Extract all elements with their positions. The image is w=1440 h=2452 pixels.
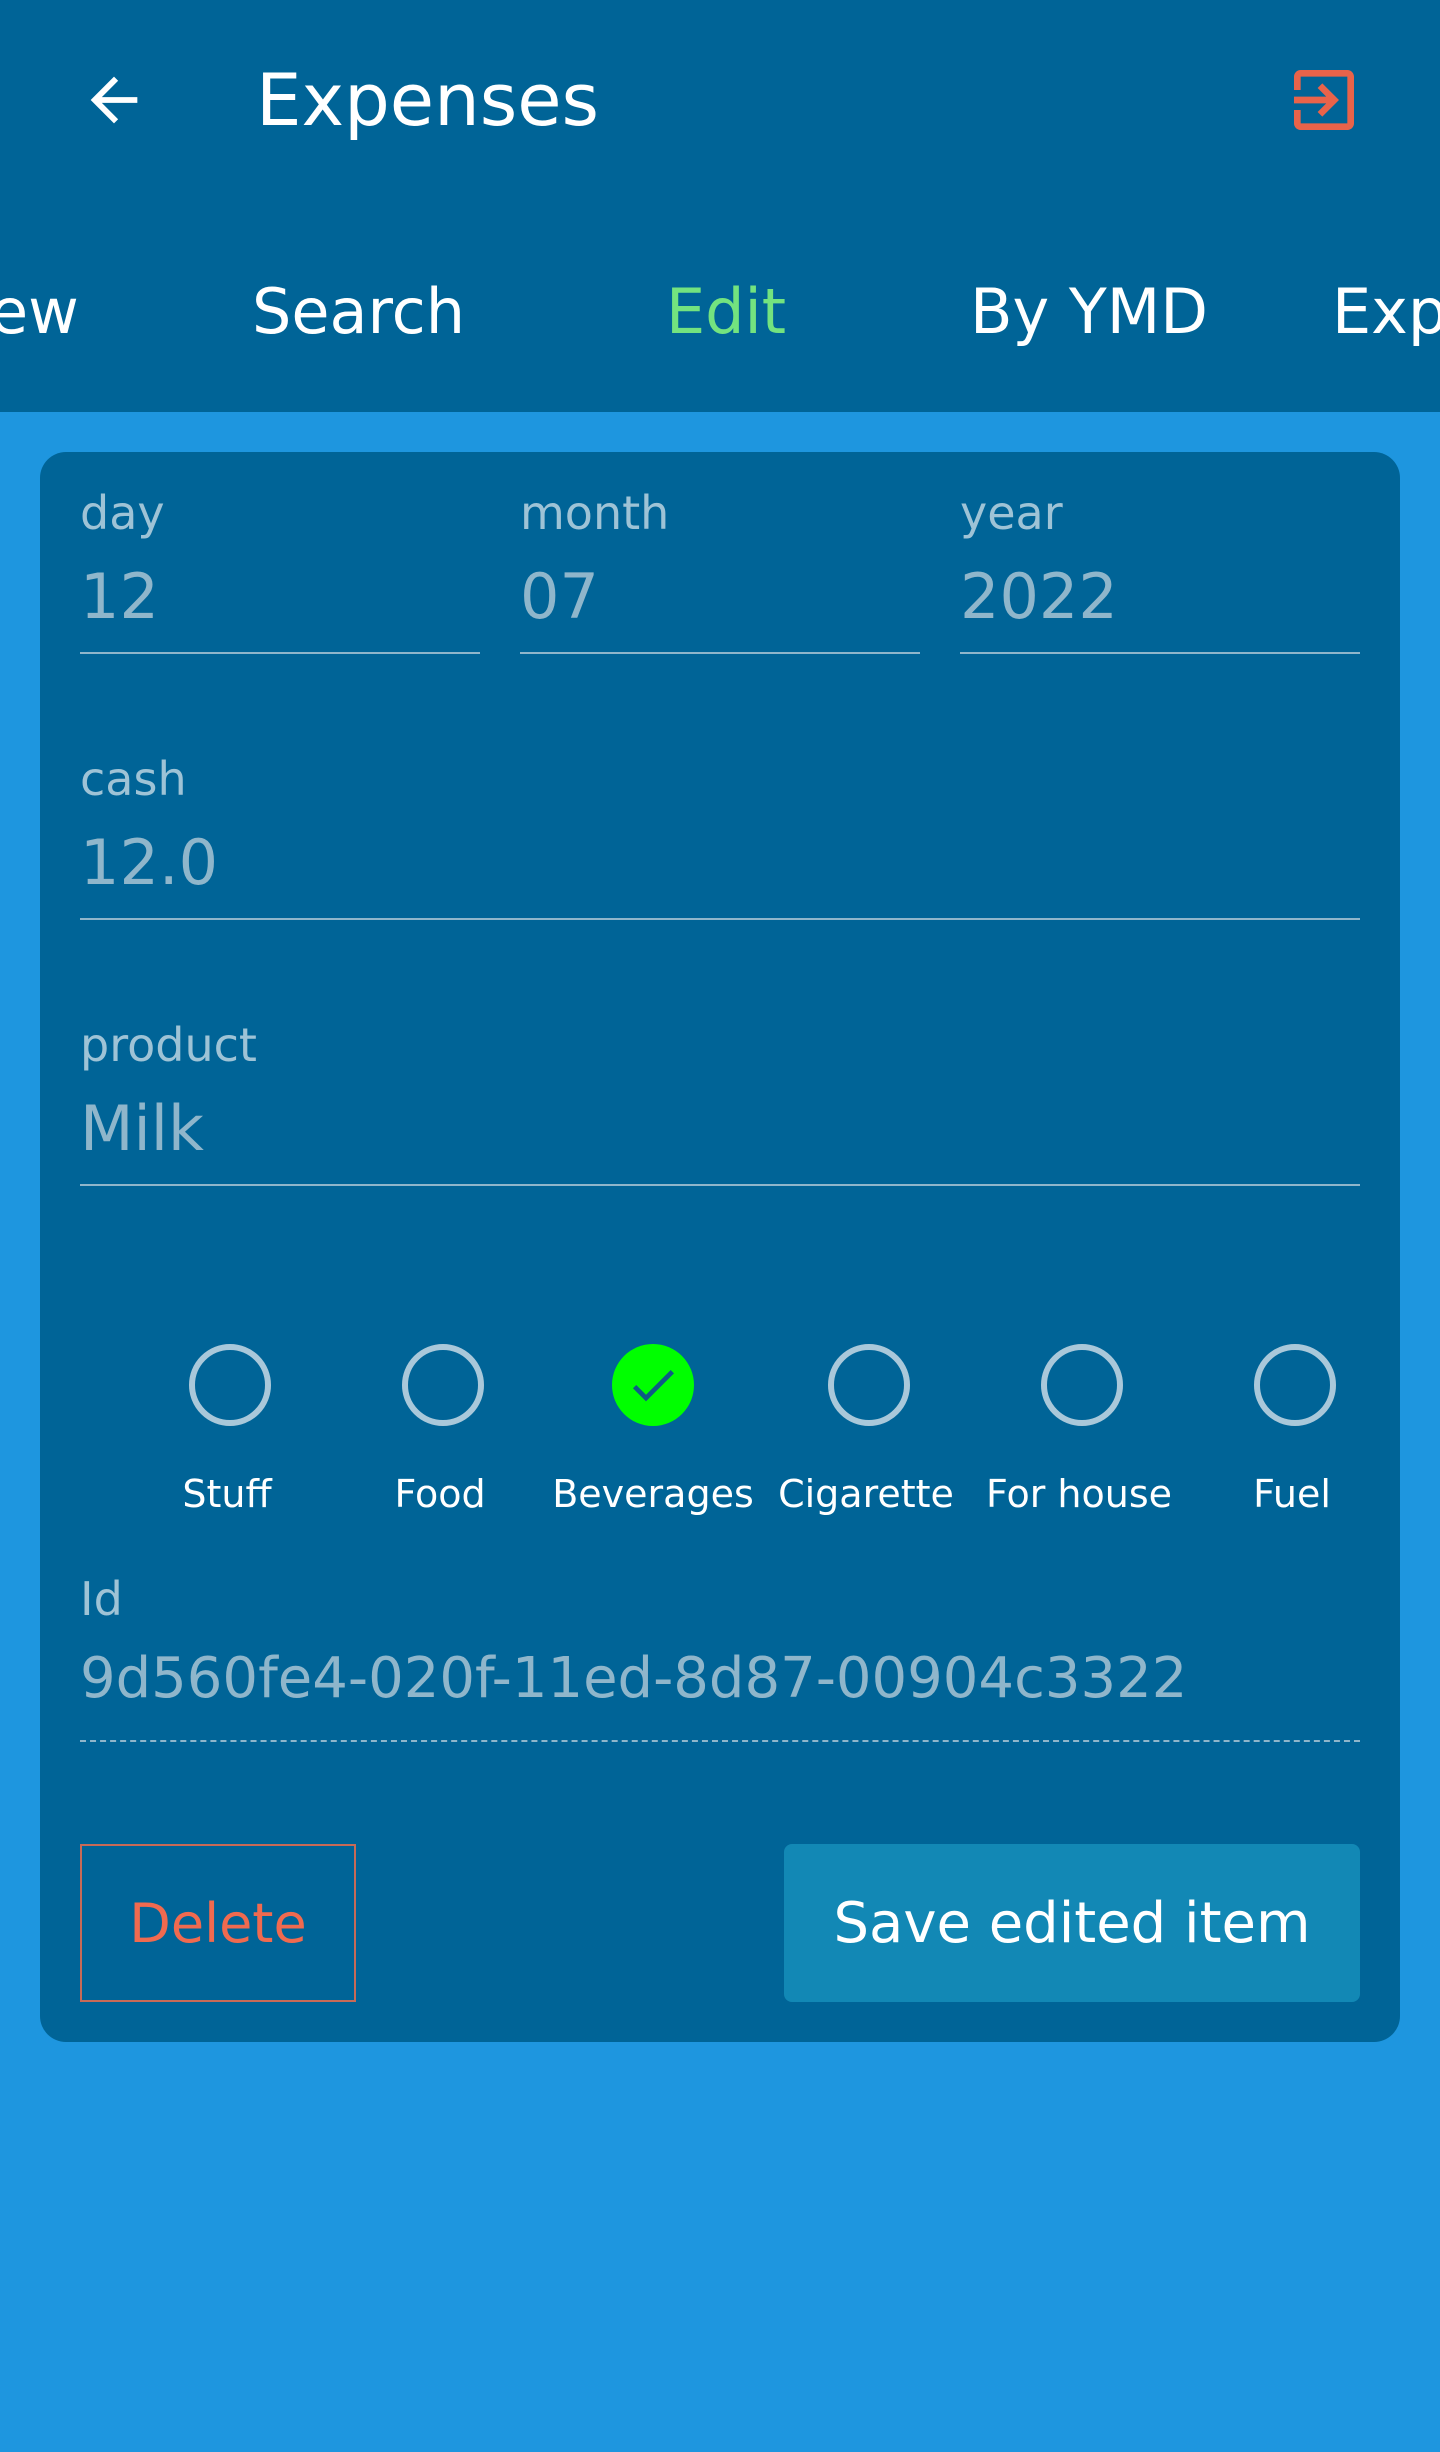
day-label: day [80,486,165,540]
year-field[interactable]: year 2022 [960,486,1360,654]
tab-bar: ew Search Edit By YMD Exp [0,200,1440,412]
cash-underline [80,918,1360,920]
category-fuel-radio[interactable]: Fuel [1186,1344,1398,1544]
id-label: Id [80,1572,123,1626]
product-value: Milk [80,1092,204,1165]
tab-search[interactable]: Search [252,272,465,352]
id-value: 9d560fe4-020f-11ed-8d87-00904c3322 [80,1646,1188,1711]
month-label: month [520,486,670,540]
month-value: 07 [520,560,599,633]
day-field[interactable]: day 12 [80,486,480,654]
checkmark-icon [612,1344,694,1426]
month-underline [520,652,920,654]
category-cigarette-radio[interactable]: Cigarette [760,1344,972,1544]
logout-button[interactable] [1280,56,1368,144]
day-value: 12 [80,560,159,633]
year-underline [960,652,1360,654]
radio-unchecked-icon [1041,1344,1123,1426]
category-stuff-radio[interactable]: Stuff [121,1344,333,1544]
cash-value: 12.0 [80,826,219,899]
id-field: Id 9d560fe4-020f-11ed-8d87-00904c3322 [80,1572,1360,1742]
category-for-house-radio[interactable]: For house [973,1344,1185,1544]
id-underline [80,1740,1360,1742]
save-edited-item-button[interactable]: Save edited item [784,1844,1360,2002]
arrow-left-icon [90,76,138,124]
radio-unchecked-icon [828,1344,910,1426]
tab-by-ymd[interactable]: By YMD [970,272,1208,352]
category-beverages-radio[interactable]: Beverages [547,1344,759,1544]
category-food-radio[interactable]: Food [334,1344,546,1544]
page-title: Expenses [256,58,600,142]
day-underline [80,652,480,654]
year-label: year [960,486,1063,540]
cash-label: cash [80,752,187,806]
tab-edit[interactable]: Edit [666,272,786,352]
radio-unchecked-icon [189,1344,271,1426]
app-bar: Expenses [0,0,1440,200]
category-label: Fuel [1253,1472,1331,1516]
back-button[interactable] [70,56,158,144]
cash-field[interactable]: cash 12.0 [80,752,1360,920]
edit-form-card: day 12 month 07 year 2022 cash 12.0 prod… [40,452,1400,2042]
product-underline [80,1184,1360,1186]
tab-export[interactable]: Exp [1332,272,1440,352]
radio-unchecked-icon [402,1344,484,1426]
product-field[interactable]: product Milk [80,1018,1360,1186]
delete-button[interactable]: Delete [80,1844,356,2002]
year-value: 2022 [960,560,1118,633]
tab-overview[interactable]: ew [0,272,79,352]
month-field[interactable]: month 07 [520,486,920,654]
exit-icon [1294,70,1354,130]
product-label: product [80,1018,257,1072]
radio-unchecked-icon [1254,1344,1336,1426]
